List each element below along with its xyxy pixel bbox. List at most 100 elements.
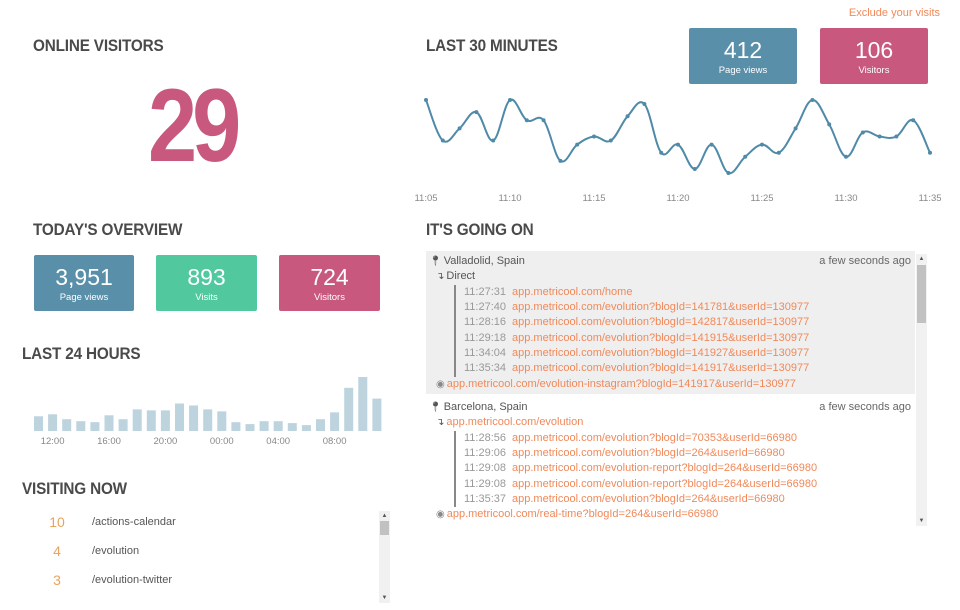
x-tick-label: 11:20 — [666, 193, 689, 204]
visit-count: 10 — [49, 514, 65, 530]
activity-scrollbar[interactable]: ▲ ▼ — [916, 254, 927, 526]
visit-url-link[interactable]: app.metricool.com/evolution?blogId=14191… — [512, 332, 809, 344]
exclude-your-visits-link[interactable]: Exclude your visits — [849, 7, 940, 19]
current-page-link[interactable]: app.metricool.com/evolution-instagram?bl… — [447, 378, 796, 390]
visit-entry: 11:27:40 app.metricool.com/evolution?blog… — [464, 300, 809, 315]
scroll-up-arrow-icon[interactable]: ▲ — [916, 254, 927, 264]
last30-visitors-box: 106 Visitors — [820, 28, 928, 84]
line-point-11:27 — [793, 126, 798, 131]
visit-entry: 11:35:34 app.metricool.com/evolution?blog… — [464, 361, 809, 376]
visit-url-link[interactable]: app.metricool.com/evolution?blogId=14178… — [512, 301, 809, 313]
location-text: Barcelona, Spain — [443, 401, 528, 413]
x-tick-label: 04:00 — [266, 436, 290, 447]
visit-url-link[interactable]: app.metricool.com/evolution-report?blogI… — [512, 462, 817, 474]
bar-17:00 — [118, 419, 128, 431]
visit-path: /evolution-twitter — [92, 574, 173, 586]
bar-06:00 — [301, 425, 311, 431]
bar-02:00 — [245, 424, 255, 431]
visit-time: 11:29:08 — [464, 462, 507, 474]
visit-entry: 11:29:06 app.metricool.com/evolution?blog… — [464, 446, 785, 461]
its-going-on-heading: IT'S GOING ON — [426, 220, 534, 239]
online-visitors-count: 29 — [148, 68, 241, 184]
bar-21:00 — [175, 403, 184, 431]
session-block: 📍︎ Valladolid, Spain a few seconds ago ↴ D… — [426, 251, 915, 394]
bar-03:00 — [259, 421, 269, 431]
referrer-link[interactable]: app.metricool.com/evolution — [446, 416, 583, 428]
scroll-down-arrow-icon[interactable]: ▼ — [916, 516, 927, 526]
x-tick-label: 11:25 — [750, 193, 773, 204]
line-point-11:31 — [860, 130, 865, 135]
today-visitors-value: 724 — [310, 264, 349, 290]
today-visitors-box: 724 Visitors — [279, 255, 380, 311]
line-point-11:15 — [592, 134, 596, 139]
visit-time: 11:34:04 — [464, 347, 507, 359]
line-point-11:34 — [911, 118, 916, 123]
visit-tree-line — [454, 431, 456, 507]
line-point-11:24 — [743, 154, 748, 159]
visit-entry: 11:29:18 app.metricool.com/evolution?blog… — [464, 331, 809, 346]
visit-count: 4 — [53, 543, 61, 559]
visit-entry: 11:28:56 app.metricool.com/evolution?blog… — [464, 431, 797, 446]
scrollbar-thumb[interactable] — [917, 265, 926, 323]
bar-10:00 — [358, 377, 368, 431]
visit-time: 11:27:31 — [464, 286, 507, 298]
line-point-11:12 — [541, 118, 546, 123]
line-point-11:09 — [491, 138, 496, 143]
line-point-11:23 — [726, 171, 731, 175]
visiting-now-scrollbar[interactable]: ▲ ▼ — [379, 511, 390, 603]
visit-url-link[interactable]: app.metricool.com/home — [512, 286, 632, 298]
location-text: Valladolid, Spain — [443, 255, 525, 267]
line-point-11:05 — [424, 98, 428, 102]
visit-time: 11:35:34 — [464, 362, 507, 374]
line-point-11:21 — [692, 166, 697, 171]
visit-entry: 11:35:37 app.metricool.com/evolution?blog… — [464, 492, 785, 507]
visit-url-link[interactable]: app.metricool.com/evolution?blogId=14192… — [512, 347, 809, 359]
line-point-11:35 — [928, 150, 932, 155]
scroll-up-arrow-icon[interactable]: ▲ — [379, 511, 390, 521]
visiting-now-list: 10 /actions-calendar 4 /evolution 3 /evo… — [22, 508, 392, 603]
visit-url-link[interactable]: app.metricool.com/evolution?blogId=264&u… — [512, 447, 785, 459]
last30-page-views-box: 412 Page views — [689, 28, 797, 84]
last30-page-views-label: Page views — [718, 65, 768, 76]
visit-url-link[interactable]: app.metricool.com/evolution?blogId=14191… — [512, 362, 809, 374]
today-page-views-value: 3,951 — [55, 264, 113, 290]
x-tick-label: 11:05 — [415, 193, 438, 204]
bar-13:00 — [62, 419, 72, 431]
line-point-11:22 — [709, 142, 714, 147]
bar-15:00 — [90, 422, 100, 431]
line-point-11:33 — [894, 134, 899, 139]
visit-time: 11:27:40 — [464, 301, 507, 313]
today-page-views-box: 3,951 Page views — [34, 255, 134, 311]
bar-23:00 — [203, 409, 213, 431]
today-page-views-label: Page views — [59, 292, 109, 303]
current-page-link[interactable]: app.metricool.com/real-time?blogId=264&u… — [447, 508, 719, 520]
bar-05:00 — [287, 423, 297, 431]
visit-tree-line — [454, 285, 456, 377]
current-page: ◉ app.metricool.com/evolution-instagram?b… — [436, 377, 796, 392]
visit-time: 11:28:16 — [464, 316, 507, 328]
session-time-ago: a few seconds ago — [819, 255, 911, 267]
visit-url-link[interactable]: app.metricool.com/evolution-report?blogI… — [512, 478, 817, 490]
bar-22:00 — [189, 405, 199, 431]
visit-time: 11:35:37 — [464, 493, 507, 505]
level-down-icon: ↴ — [436, 271, 445, 282]
visit-url-link[interactable]: app.metricool.com/evolution?blogId=264&u… — [512, 493, 785, 505]
visit-url-link[interactable]: app.metricool.com/evolution?blogId=70353… — [512, 432, 797, 444]
line-point-11:30 — [844, 154, 848, 159]
x-tick-label: 16:00 — [97, 436, 121, 447]
line-point-11:19 — [659, 150, 664, 155]
eye-icon: ◉ — [436, 509, 445, 520]
x-tick-label: 11:35 — [918, 193, 941, 204]
visit-entry: 11:29:08 app.metricool.com/evolution-repo… — [464, 461, 817, 476]
bar-14:00 — [76, 421, 86, 431]
line-point-11:11 — [524, 118, 529, 123]
current-page: ◉ app.metricool.com/real-time?blogId=264&… — [436, 507, 718, 522]
scroll-down-arrow-icon[interactable]: ▼ — [379, 593, 390, 603]
bar-04:00 — [273, 421, 283, 431]
visit-url-link[interactable]: app.metricool.com/evolution?blogId=14281… — [512, 316, 809, 328]
bar-08:00 — [330, 412, 340, 431]
today-visitors-label: Visitors — [314, 292, 345, 303]
scrollbar-thumb[interactable] — [380, 521, 389, 535]
line-point-11:32 — [877, 134, 882, 139]
bar-18:00 — [132, 409, 142, 431]
